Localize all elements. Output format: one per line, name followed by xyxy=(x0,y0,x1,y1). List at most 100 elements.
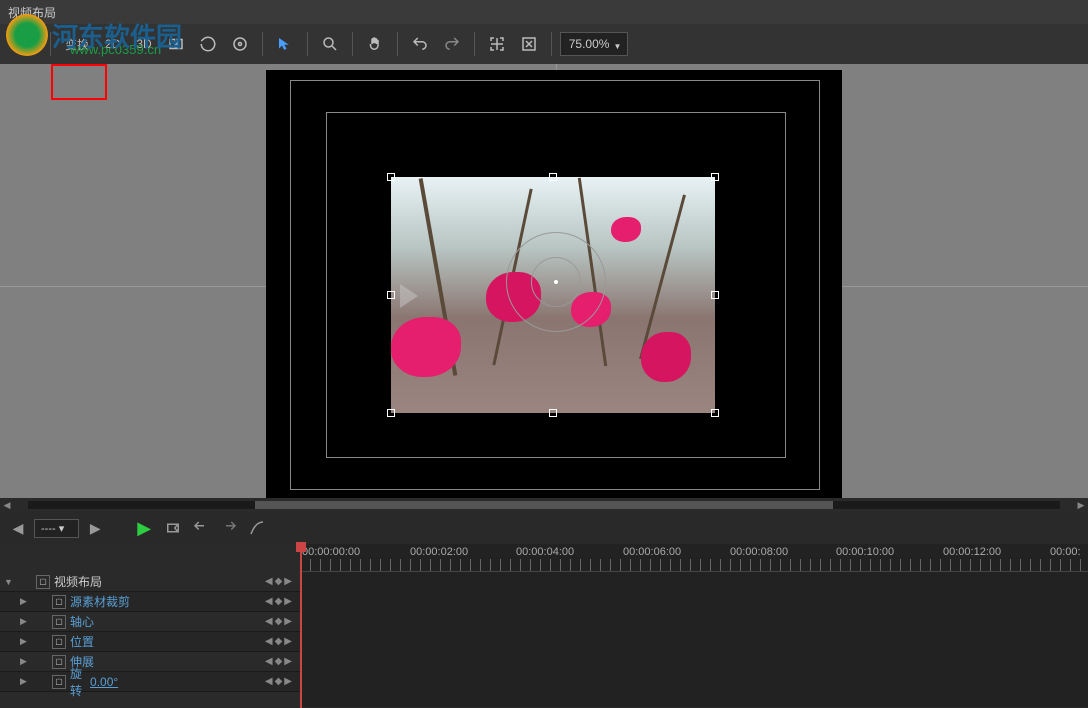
next-keyframe-button[interactable]: ▶ xyxy=(284,576,292,587)
track-type-icon: ▢ xyxy=(52,595,66,609)
track-row-stretch[interactable]: ▶ ▢ 伸展 ◀◆▶ xyxy=(0,652,300,672)
scroll-thumb[interactable] xyxy=(255,501,833,509)
track-row-axis[interactable]: ▶ ▢ 轴心 ◀◆▶ xyxy=(0,612,300,632)
track-type-icon: ▢ xyxy=(52,635,66,649)
resize-handle-tm[interactable] xyxy=(549,173,557,181)
time-mark: 00:00:10:00 xyxy=(836,546,894,558)
next-frame-button[interactable]: ▶ xyxy=(83,516,107,540)
separator xyxy=(307,32,308,56)
redo-timeline-button[interactable] xyxy=(217,516,241,540)
track-label[interactable]: 旋转 xyxy=(70,665,82,699)
expand-icon[interactable]: ▶ xyxy=(20,656,32,667)
snapshot-button[interactable] xyxy=(515,30,543,58)
hand-tool[interactable] xyxy=(361,30,389,58)
target-button[interactable] xyxy=(226,30,254,58)
undo-button[interactable] xyxy=(406,30,434,58)
tracks-timeline[interactable] xyxy=(300,572,1088,707)
track-label[interactable]: 位置 xyxy=(70,633,265,650)
track-row-rotation[interactable]: ▶ ▢ 旋转 0.00° ◀◆▶ xyxy=(0,672,300,692)
prev-keyframe-button[interactable]: ◀ xyxy=(265,576,273,587)
redo-button[interactable] xyxy=(438,30,466,58)
add-keyframe-button[interactable]: ◆ xyxy=(275,676,283,687)
tracks-area: ▼ ▢ 视频布局 ◀◆▶ ▶ ▢ 源素材裁剪 ◀◆▶ ▶ ▢ 轴心 ◀◆▶ xyxy=(0,572,1088,707)
safe-zone-button[interactable] xyxy=(483,30,511,58)
prev-frame-button[interactable]: ◀ xyxy=(6,516,30,540)
resize-handle-bm[interactable] xyxy=(549,409,557,417)
prev-keyframe-button[interactable]: ◀ xyxy=(265,616,273,627)
add-keyframe-button[interactable]: ◆ xyxy=(275,636,283,647)
zoom-value: 75.00% xyxy=(569,37,610,51)
chevron-down-icon: ▼ xyxy=(614,42,622,51)
expand-icon[interactable]: ▶ xyxy=(20,636,32,647)
track-row-position[interactable]: ▶ ▢ 位置 ◀◆▶ xyxy=(0,632,300,652)
track-row-video-layout[interactable]: ▼ ▢ 视频布局 ◀◆▶ xyxy=(0,572,300,592)
resize-handle-ml[interactable] xyxy=(387,291,395,299)
track-type-icon: ▢ xyxy=(36,575,50,589)
add-keyframe-button[interactable]: ◆ xyxy=(275,596,283,607)
separator xyxy=(474,32,475,56)
track-label[interactable]: 伸展 xyxy=(70,653,265,670)
preview-area[interactable]: ◀ ▶ xyxy=(0,64,1088,512)
add-keyframe-button[interactable]: ◆ xyxy=(275,576,283,587)
playhead[interactable] xyxy=(300,544,302,708)
separator xyxy=(397,32,398,56)
time-mark: 00:00:12:00 xyxy=(943,546,1001,558)
timeline-ruler[interactable]: 00:00:00:00 00:00:02:00 00:00:04:00 00:0… xyxy=(300,544,1088,572)
resize-handle-tl[interactable] xyxy=(387,173,395,181)
undo-timeline-button[interactable] xyxy=(189,516,213,540)
time-mark: 00:00:06:00 xyxy=(623,546,681,558)
loop-button[interactable] xyxy=(161,516,185,540)
prev-keyframe-button[interactable]: ◀ xyxy=(265,656,273,667)
rotation-value[interactable]: 0.00° xyxy=(82,675,126,689)
scroll-right-button[interactable]: ▶ xyxy=(1074,498,1088,512)
track-label[interactable]: 源素材裁剪 xyxy=(70,593,265,610)
collapse-icon[interactable]: ▼ xyxy=(4,577,16,587)
keyframe-nav: ◀◆▶ xyxy=(265,576,300,587)
track-label[interactable]: 视频布局 xyxy=(54,573,265,590)
prev-keyframe-button[interactable]: ◀ xyxy=(265,676,273,687)
expand-icon[interactable]: ▶ xyxy=(20,596,32,607)
watermark-text: 河东软件园 xyxy=(52,17,182,54)
curve-button[interactable] xyxy=(245,516,269,540)
zoom-tool[interactable] xyxy=(316,30,344,58)
play-indicator-icon xyxy=(400,284,418,308)
time-mark: 00:00:08:00 xyxy=(730,546,788,558)
anchor-point[interactable] xyxy=(554,280,558,284)
next-keyframe-button[interactable]: ▶ xyxy=(284,656,292,667)
next-keyframe-button[interactable]: ▶ xyxy=(284,636,292,647)
next-keyframe-button[interactable]: ▶ xyxy=(284,676,292,687)
track-row-source-crop[interactable]: ▶ ▢ 源素材裁剪 ◀◆▶ xyxy=(0,592,300,612)
resize-handle-br[interactable] xyxy=(711,409,719,417)
scroll-track[interactable] xyxy=(28,501,1060,509)
resize-handle-mr[interactable] xyxy=(711,291,719,299)
prev-keyframe-button[interactable]: ◀ xyxy=(265,636,273,647)
expand-icon[interactable]: ▶ xyxy=(20,616,32,627)
selection-tool[interactable] xyxy=(271,30,299,58)
add-keyframe-button[interactable]: ◆ xyxy=(275,656,283,667)
watermark-logo-icon xyxy=(6,14,48,56)
resize-handle-tr[interactable] xyxy=(711,173,719,181)
ruler-ticks xyxy=(300,559,1088,571)
add-keyframe-button[interactable]: ◆ xyxy=(275,616,283,627)
separator xyxy=(551,32,552,56)
time-mark: 00:00:02:00 xyxy=(410,546,468,558)
playhead-head-icon[interactable] xyxy=(296,542,306,552)
prev-keyframe-button[interactable]: ◀ xyxy=(265,596,273,607)
next-keyframe-button[interactable]: ▶ xyxy=(284,616,292,627)
scroll-left-button[interactable]: ◀ xyxy=(0,498,14,512)
zoom-select[interactable]: 75.00% ▼ xyxy=(560,32,629,56)
track-type-icon: ▢ xyxy=(52,615,66,629)
play-button[interactable]: ▶ xyxy=(131,518,157,539)
rotate-button[interactable] xyxy=(194,30,222,58)
next-keyframe-button[interactable]: ▶ xyxy=(284,596,292,607)
frame-select[interactable]: ---- ▾ xyxy=(34,519,79,538)
separator xyxy=(262,32,263,56)
expand-icon[interactable]: ▶ xyxy=(20,676,32,687)
horizontal-scrollbar[interactable]: ◀ ▶ xyxy=(0,498,1088,512)
time-mark: 00:00:04:00 xyxy=(516,546,574,558)
track-label[interactable]: 轴心 xyxy=(70,613,265,630)
highlight-box xyxy=(51,64,107,100)
watermark: 河东软件园 xyxy=(6,14,182,56)
timeline-controls: ◀ ---- ▾ ▶ ▶ xyxy=(0,512,1088,544)
resize-handle-bl[interactable] xyxy=(387,409,395,417)
